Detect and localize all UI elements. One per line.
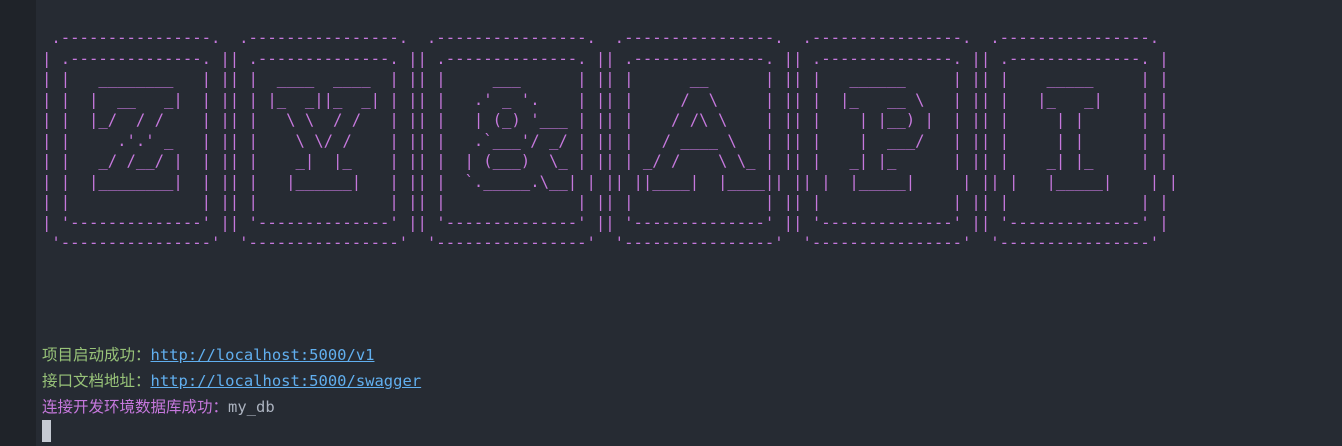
terminal-gutter <box>0 0 36 446</box>
db-connected-label: 连接开发环境数据库成功： <box>42 398 229 416</box>
api-docs-label: 接口文档地址： <box>42 372 151 390</box>
terminal-cursor <box>42 420 51 442</box>
log-line-project-started: 项目启动成功：http://localhost:5000/v1 <box>42 345 374 365</box>
db-name-value: my_db <box>228 398 275 416</box>
terminal-window[interactable]: .----------------. .----------------. .-… <box>0 0 1342 446</box>
api-docs-url-link[interactable]: http://localhost:5000/swagger <box>151 372 422 390</box>
project-started-label: 项目启动成功： <box>42 346 151 364</box>
project-url-link[interactable]: http://localhost:5000/v1 <box>151 346 375 364</box>
ascii-banner: .----------------. .----------------. .-… <box>42 29 1178 252</box>
log-line-db-connected: 连接开发环境数据库成功：my_db <box>42 397 275 417</box>
log-line-api-docs: 接口文档地址：http://localhost:5000/swagger <box>42 371 421 391</box>
